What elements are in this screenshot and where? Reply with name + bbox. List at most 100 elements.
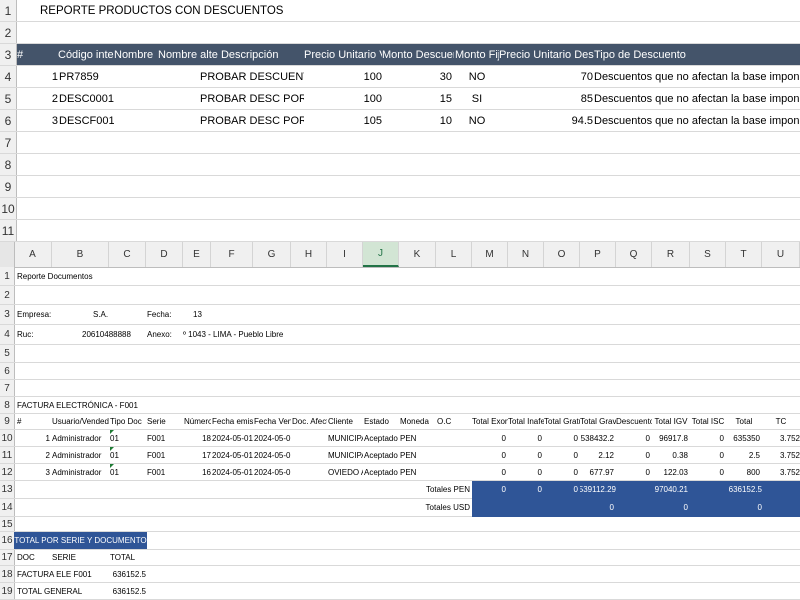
doc-descuento[interactable]: 0 — [616, 464, 650, 480]
col-header-fijo[interactable]: Monto Fijo? — [455, 44, 499, 65]
doc-descuento[interactable]: 0 — [616, 430, 650, 446]
product-descripcion[interactable]: PROBAR DESC PORCENTUAL1 — [200, 110, 304, 131]
product-tipo[interactable]: Descuentos que no afectan la base imponi… — [594, 88, 800, 109]
doc-fecha-emision[interactable]: 2024-05-01 — [212, 464, 253, 480]
doc-isc[interactable]: 0 — [690, 447, 724, 463]
row-number[interactable]: 3 — [0, 44, 17, 65]
doc-header-num[interactable]: # — [17, 414, 51, 429]
doc-numero[interactable]: 16 — [184, 464, 211, 480]
row-number[interactable]: 2 — [0, 22, 17, 43]
summary-header-total[interactable]: TOTAL — [110, 550, 146, 565]
doc-header-serie[interactable]: Serie — [147, 414, 183, 429]
doc-header-fecha-emision[interactable]: Fecha emisión — [212, 414, 253, 429]
doc-header-estado[interactable]: Estado — [364, 414, 399, 429]
summary-header-doc[interactable]: DOC — [17, 550, 47, 565]
doc-num[interactable]: 2 — [17, 447, 50, 463]
doc-header-usuario[interactable]: Usuario/Vendedor — [52, 414, 109, 429]
doc-header-oc[interactable]: O.C — [437, 414, 472, 429]
doc-total[interactable]: 635350 — [726, 430, 760, 446]
doc-usuario[interactable]: Administrador — [52, 430, 109, 446]
totals-usd-igv[interactable]: 0 — [652, 499, 688, 516]
doc-inafecto[interactable]: 0 — [508, 447, 542, 463]
doc-descuento[interactable]: 0 — [616, 447, 650, 463]
doc-tipo[interactable]: 01 — [110, 447, 146, 463]
doc-fecha-venc[interactable]: 2024-05-01 — [254, 464, 291, 480]
product-fijo[interactable]: NO — [455, 110, 499, 131]
product-monto[interactable]: 30 — [382, 66, 452, 87]
doc-usuario[interactable]: Administrador — [52, 447, 109, 463]
doc-header-gravado[interactable]: Total Gravado — [580, 414, 616, 429]
doc-moneda[interactable]: PEN — [400, 464, 436, 480]
column-header-u[interactable]: U — [762, 242, 800, 267]
doc-isc[interactable]: 0 — [690, 430, 724, 446]
totals-pen-inafecto[interactable]: 0 — [508, 481, 542, 498]
totals-usd-gravado[interactable]: 0 — [580, 499, 614, 516]
product-codigo[interactable]: DESC0001 — [59, 88, 114, 109]
column-header-s[interactable]: S — [690, 242, 726, 267]
product-precio[interactable]: 105 — [304, 110, 382, 131]
row-number[interactable]: 16 — [0, 532, 15, 549]
row-number[interactable]: 14 — [0, 499, 15, 516]
product-num[interactable]: 3 — [17, 110, 58, 131]
fecha-value[interactable]: 13 — [193, 305, 213, 324]
doc-estado[interactable]: Aceptado — [364, 447, 399, 463]
doc-header-isc[interactable]: Total ISC — [690, 414, 726, 429]
doc-total[interactable]: 2.5 — [726, 447, 760, 463]
col-header-nombre[interactable]: Nombre — [114, 44, 158, 65]
row-number[interactable]: 4 — [0, 325, 15, 344]
doc-serie[interactable]: F001 — [147, 447, 183, 463]
doc-header-doc-afectado[interactable]: Doc. Afectado — [292, 414, 327, 429]
row-number[interactable]: 5 — [0, 88, 17, 109]
col-header-descripcion[interactable]: Nombre alte Descripción — [158, 44, 304, 65]
doc-igv[interactable]: 96917.8 — [652, 430, 688, 446]
column-header-f[interactable]: F — [211, 242, 253, 267]
doc-usuario[interactable]: Administrador — [52, 464, 109, 480]
column-header-o[interactable]: O — [544, 242, 580, 267]
doc-header-tipo[interactable]: Tipo Doc — [110, 414, 146, 429]
doc-estado[interactable]: Aceptado — [364, 464, 399, 480]
col-header-num[interactable]: # — [17, 44, 47, 65]
doc-afectado[interactable] — [292, 447, 327, 463]
doc-header-tc[interactable]: TC — [762, 414, 800, 429]
column-header-e[interactable]: E — [183, 242, 211, 267]
product-tipo[interactable]: Descuentos que no afectan la base imponi… — [594, 110, 800, 131]
summary-total[interactable]: 636152.5 — [110, 583, 146, 599]
doc-igv[interactable]: 122.03 — [652, 464, 688, 480]
row-number[interactable]: 8 — [0, 154, 17, 175]
product-descripcion[interactable]: PROBAR DESC PORCENTUAL — [200, 88, 304, 109]
doc-gravado[interactable]: 2.12 — [580, 447, 614, 463]
product-fijo[interactable]: NO — [455, 66, 499, 87]
col-header-precio[interactable]: Precio Unitario Venta — [304, 44, 382, 65]
doc-fecha-venc[interactable]: 2024-05-01 — [254, 430, 291, 446]
doc-fecha-emision[interactable]: 2024-05-01 — [212, 430, 253, 446]
doc-serie[interactable]: F001 — [147, 430, 183, 446]
row-number[interactable]: 12 — [0, 464, 15, 480]
doc-numero[interactable]: 18 — [184, 430, 211, 446]
section-title[interactable]: FACTURA ELECTRÓNICA - F001 — [17, 397, 167, 413]
product-precio[interactable]: 100 — [304, 66, 382, 87]
summary-total[interactable]: 636152.5 — [110, 566, 146, 582]
column-header-l[interactable]: L — [436, 242, 472, 267]
doc-afectado[interactable] — [292, 430, 327, 446]
row-number[interactable]: 7 — [0, 380, 15, 396]
row-number[interactable]: 4 — [0, 66, 17, 87]
doc-header-fecha-venc[interactable]: Fecha Venc. — [254, 414, 291, 429]
col-header-precio-descontado[interactable]: Precio Unitario Descontado — [499, 44, 594, 65]
column-header-r[interactable]: R — [652, 242, 690, 267]
doc-oc[interactable] — [437, 447, 472, 463]
summary-title[interactable]: TOTAL POR SERIE Y DOCUMENTO — [14, 532, 147, 549]
doc-exonerado[interactable]: 0 — [472, 430, 506, 446]
column-header-c[interactable]: C — [109, 242, 146, 267]
doc-isc[interactable]: 0 — [690, 464, 724, 480]
row-number[interactable]: 6 — [0, 110, 17, 131]
row-number[interactable]: 10 — [0, 198, 17, 219]
doc-tc[interactable]: 3.752 — [762, 447, 800, 463]
column-header-a[interactable]: A — [14, 242, 52, 267]
ruc-value[interactable]: 20610488888 — [82, 325, 144, 344]
doc-numero[interactable]: 17 — [184, 447, 211, 463]
col-header-monto[interactable]: Monto Descuento — [382, 44, 454, 65]
doc-header-numero[interactable]: Número — [184, 414, 211, 429]
doc-exonerado[interactable]: 0 — [472, 447, 506, 463]
row-number[interactable]: 3 — [0, 305, 15, 324]
doc-moneda[interactable]: PEN — [400, 447, 436, 463]
